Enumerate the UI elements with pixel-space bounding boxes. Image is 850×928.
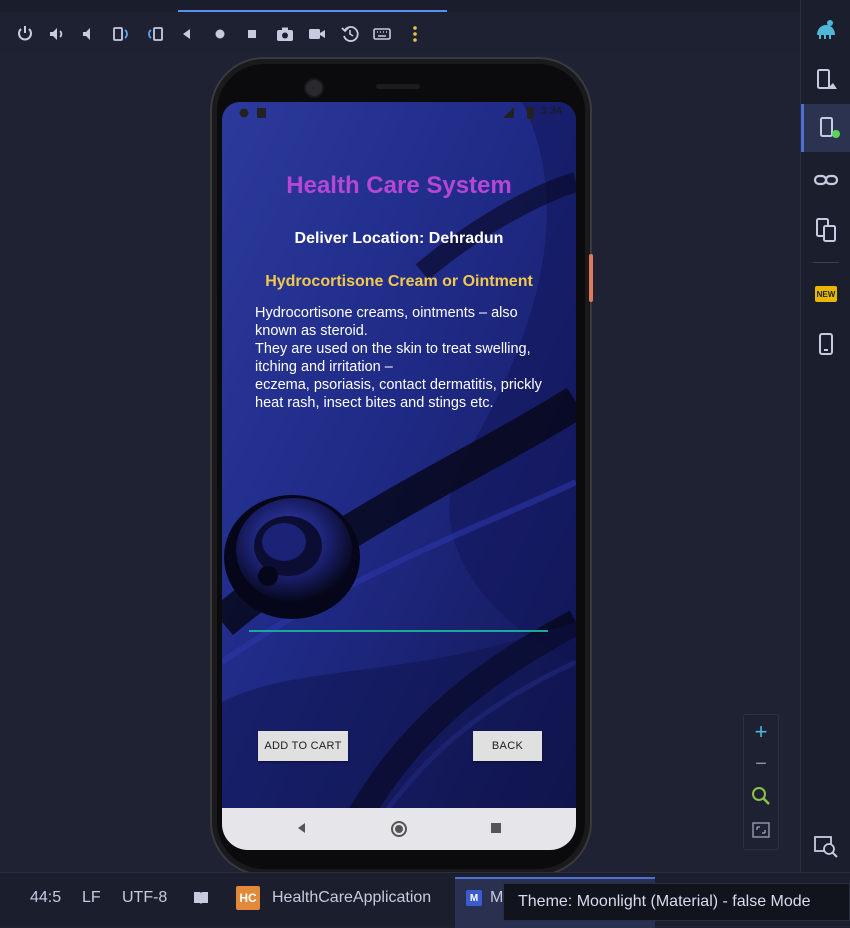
android-nav-bar bbox=[222, 808, 576, 850]
reset-icon[interactable] bbox=[334, 18, 366, 50]
rotate-left-icon[interactable] bbox=[105, 18, 137, 50]
home-icon[interactable] bbox=[204, 18, 236, 50]
back-button[interactable]: BACK bbox=[473, 731, 542, 761]
product-name: Hydrocortisone Cream or Ointment bbox=[265, 273, 533, 290]
nav-home-icon[interactable] bbox=[390, 820, 408, 838]
theme-tooltip: Theme: Moonlight (Material) - false Mode bbox=[503, 883, 850, 921]
zoom-out-button[interactable]: − bbox=[744, 749, 778, 779]
emulator-toolbar bbox=[0, 14, 800, 54]
app-title: Health Care System bbox=[286, 172, 512, 199]
cursor-position[interactable]: 44:5 bbox=[30, 889, 61, 907]
add-to-cart-button[interactable]: ADD TO CART bbox=[258, 731, 348, 761]
phone-icon[interactable] bbox=[801, 320, 850, 368]
zoom-controls: + − bbox=[743, 714, 779, 850]
project-name[interactable]: HealthCareApplication bbox=[272, 889, 431, 907]
volume-down-icon[interactable] bbox=[73, 18, 105, 50]
rotate-right-icon[interactable] bbox=[139, 18, 171, 50]
link-icon[interactable] bbox=[801, 156, 850, 204]
status-time: 3:34 bbox=[540, 105, 562, 117]
phone-front-camera bbox=[304, 78, 324, 98]
zoom-fit-screen-icon[interactable] bbox=[744, 815, 778, 845]
nav-overview-icon[interactable] bbox=[490, 822, 502, 834]
module-badge: M bbox=[466, 890, 482, 906]
right-tool-window-bar: NEW bbox=[800, 0, 850, 872]
volume-up-icon[interactable] bbox=[41, 18, 73, 50]
product-description: Hydrocortisone creams, ointments – also … bbox=[255, 305, 542, 411]
quantity-input-underline[interactable] bbox=[249, 630, 548, 632]
new-badge-label: NEW bbox=[815, 286, 837, 302]
nav-back-icon[interactable] bbox=[294, 820, 308, 836]
active-tab-indicator bbox=[178, 10, 447, 12]
more-icon[interactable] bbox=[399, 18, 431, 50]
android-status-bar: 3:34 bbox=[222, 102, 576, 124]
keyboard-icon[interactable] bbox=[366, 18, 398, 50]
sidebar-separator bbox=[813, 262, 839, 263]
running-devices-icon[interactable] bbox=[801, 104, 850, 152]
power-icon[interactable] bbox=[9, 18, 41, 50]
phone-earpiece bbox=[376, 84, 420, 89]
phone-side-button[interactable] bbox=[589, 254, 593, 302]
android-logo-icon[interactable] bbox=[801, 6, 850, 54]
mirror-devices-icon[interactable] bbox=[801, 206, 850, 254]
module-name[interactable]: M bbox=[490, 889, 503, 907]
new-badge-icon[interactable]: NEW bbox=[801, 270, 850, 318]
deliver-location: Deliver Location: Dehradun bbox=[294, 230, 504, 247]
camera-icon[interactable] bbox=[269, 18, 301, 50]
status-notification-icons bbox=[239, 108, 266, 118]
project-badge: HC bbox=[236, 886, 260, 910]
overview-icon[interactable] bbox=[236, 18, 268, 50]
zoom-actual-size-icon[interactable] bbox=[744, 781, 778, 811]
search-window-icon[interactable] bbox=[801, 822, 850, 870]
device-screen[interactable]: 3:34 Health Care System Deliver Location… bbox=[222, 102, 576, 850]
zoom-in-button[interactable]: + bbox=[744, 717, 778, 747]
line-separator[interactable]: LF bbox=[82, 889, 101, 907]
video-icon[interactable] bbox=[301, 18, 333, 50]
back-icon[interactable] bbox=[171, 18, 203, 50]
file-encoding[interactable]: UTF-8 bbox=[122, 889, 167, 907]
device-manager-icon[interactable] bbox=[801, 56, 850, 104]
signal-battery-icon bbox=[503, 107, 534, 119]
read-only-book-icon[interactable] bbox=[192, 890, 210, 906]
